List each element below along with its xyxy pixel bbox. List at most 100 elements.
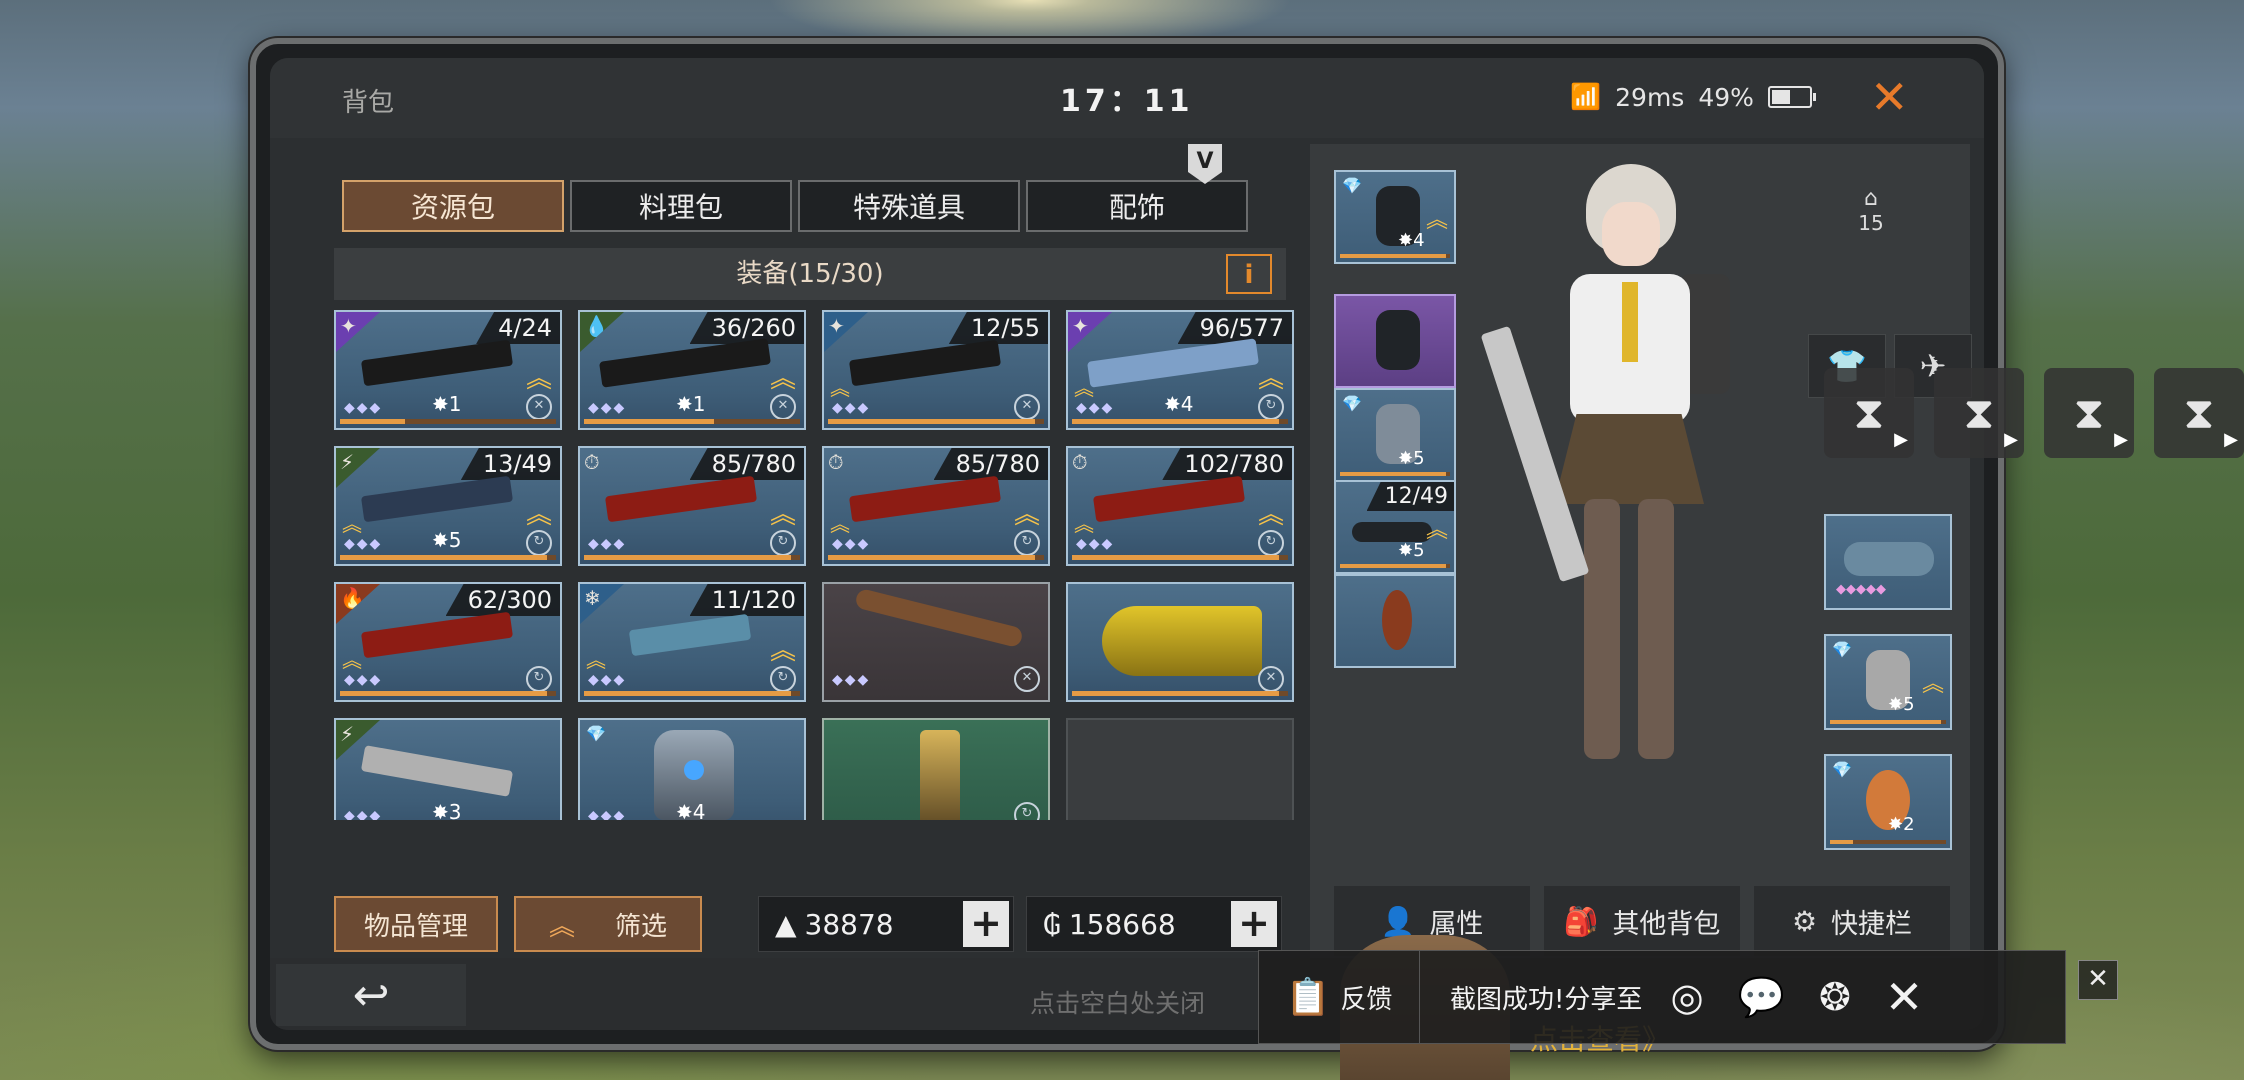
grid-item[interactable]: ✦ 4/24 ︽ ◆◆◆ ✸1 ✕ (334, 310, 562, 430)
recycle-icon: ✕ (1258, 666, 1284, 692)
totem-image (920, 730, 960, 820)
wing-icon: ✦ (340, 314, 357, 338)
moments-icon[interactable]: ❂ (1819, 975, 1851, 1020)
tab-food-pack[interactable]: 料理包 (570, 180, 792, 232)
grid-item[interactable]: ⚡ ◆◆◆ ✸3 (334, 718, 562, 820)
upgrade-chevron-icon: ︽ (1074, 512, 1094, 536)
gem-slots: ◆◆◆ (832, 400, 871, 416)
star-level: ✸5 (1398, 540, 1425, 561)
durability-bar (1072, 691, 1288, 696)
tab-accessories[interactable]: 配饰 (1026, 180, 1248, 232)
helmet-slot[interactable]: 💎 ︽ ✸4 (1334, 170, 1456, 264)
star-level-number: 3 (448, 800, 462, 820)
upgrade-chevron-icon: ︽ (1921, 672, 1944, 697)
weapon-image (360, 475, 514, 523)
close-icon[interactable]: ✕ (1870, 70, 1909, 124)
hourglass-button[interactable]: ⧗ ▶ (2154, 368, 2244, 458)
hourglass-button[interactable]: ⧗ ▶ (2044, 368, 2134, 458)
silver-currency: ▲ 38878 + (758, 896, 1014, 952)
play-icon: ▶ (2114, 429, 2128, 450)
durability-bar (1072, 555, 1288, 560)
tab-special-items[interactable]: 特殊道具 (798, 180, 1020, 232)
other-bag-button[interactable]: 🎒 其他背包 (1544, 886, 1740, 956)
screenshot-toast: 📋 反馈 截图成功!分享至 ◎ 💬 ❂ ✕ (1258, 950, 2066, 1044)
item-count: 96/577 (1177, 312, 1292, 344)
equipment-header: 装备(15/30) i (334, 248, 1286, 300)
upgrade-chevron-icon: ︽ (1425, 208, 1448, 233)
grid-item[interactable]: ⏱ 85/780 ︽ ◆◆◆ ↻ (578, 446, 806, 566)
player-character (1480, 164, 1750, 804)
armor-slot[interactable]: 💎 ✸5 (1334, 388, 1456, 482)
vip-badge-icon[interactable]: V (1188, 144, 1222, 184)
wechat-icon[interactable]: 💬 (1738, 975, 1785, 1020)
wing-icon: ✦ (1072, 314, 1089, 338)
cannon-slot[interactable]: 💎 ✸2 (1824, 754, 1952, 850)
inventory-panel: 资源包 料理包 特殊道具 配饰 V 装备(15/30) i ✦ 4/24 ︽ ◆… (298, 144, 1298, 952)
recycle-icon: ↻ (770, 666, 796, 692)
star-level-number: 2 (1903, 814, 1915, 835)
star-level: ✸2 (1888, 814, 1915, 835)
snowflake-icon: ❄ (584, 586, 601, 610)
phone-frame: 背包 17：11 📶 29ms 49% ✕ 资源包 料理包 特殊道具 配饰 V … (250, 38, 2004, 1050)
amulet-slot[interactable] (1334, 574, 1456, 668)
gold-amount: 158668 (1068, 907, 1176, 941)
grid-item[interactable]: ↻ (822, 718, 1050, 820)
add-silver-button[interactable]: + (963, 901, 1009, 947)
grid-item[interactable]: 🔥 62/300 ︽ ◆◆◆ ↻ (334, 582, 562, 702)
upgrade-chevron-icon: ︽ (1425, 518, 1448, 543)
item-count: 11/120 (689, 584, 804, 616)
weapon-image (1092, 475, 1246, 523)
durability-bar (1072, 419, 1288, 424)
gem-slots: ◆◆◆ (588, 672, 627, 688)
item-count: 62/300 (445, 584, 560, 616)
diamond-icon: 💎 (586, 724, 606, 743)
add-gold-button[interactable]: + (1231, 901, 1277, 947)
grid-item[interactable]: ❄ 11/120 ︽ ︽ ◆◆◆ ↻ (578, 582, 806, 702)
back-button[interactable]: ↩ (276, 964, 466, 1026)
hourglass-icon: ⧗ (1963, 387, 1995, 439)
durability-bar (828, 555, 1044, 560)
grid-item[interactable]: ✦ 96/577 ︽ ︽ ◆◆◆ ✸4 ↻ (1066, 310, 1294, 430)
filter-chevron-icon: ︽ (548, 911, 575, 942)
recycle-icon: ↻ (1258, 394, 1284, 420)
info-button[interactable]: i (1226, 254, 1272, 294)
durability-bar (340, 419, 556, 424)
back-arrow-icon: ↩ (352, 969, 390, 1021)
star-level-number: 1 (448, 392, 462, 416)
feedback-button[interactable]: 📋 反馈 (1259, 951, 1420, 1043)
hourglass-button[interactable]: ⧗ ▶ (1934, 368, 2024, 458)
grid-item[interactable]: ✦ 12/55 ︽ ◆◆◆ ✕ (822, 310, 1050, 430)
grid-item[interactable]: 💧 36/260 ︽ ◆◆◆ ✸1 ✕ (578, 310, 806, 430)
house-level-button[interactable]: ⌂ 15 (1832, 178, 1910, 242)
filter-button[interactable]: ︽ 筛选 (514, 896, 702, 952)
durability-bar (1340, 254, 1450, 258)
durability-bar (340, 555, 556, 560)
close-icon[interactable]: ✕ (2078, 960, 2118, 1000)
upgrade-chevron-icon: ︽ (342, 512, 362, 536)
grid-item[interactable]: 💎 ◆◆◆ ✸4 (578, 718, 806, 820)
item-slot[interactable]: 💎 ︽ ✸5 (1824, 634, 1952, 730)
hourglass-button[interactable]: ⧗ ▶ (1824, 368, 1914, 458)
lightning-icon: ⚡ (340, 450, 355, 474)
ring-slot[interactable]: ◆◆◆◆◆ (1824, 514, 1952, 610)
star-level: ✸4 (1164, 392, 1194, 416)
timer-corner: ⏱ (824, 448, 868, 488)
close-hint: 点击空白处关闭 (1030, 989, 1206, 1018)
toast-close-icon[interactable]: ✕ (1885, 970, 1924, 1024)
grid-item[interactable]: ✕ (1066, 582, 1294, 702)
weapon-slot[interactable]: 12/49 ︽ ✸5 (1334, 480, 1456, 574)
shortcut-button[interactable]: ⚙ 快捷栏 (1754, 886, 1950, 956)
grid-item[interactable]: ⏱ 85/780 ︽ ︽ ◆◆◆ ↻ (822, 446, 1050, 566)
weapon-image (360, 339, 514, 387)
item-count: 102/780 (1162, 448, 1292, 480)
weibo-icon[interactable]: ◎ (1670, 975, 1703, 1020)
manage-items-button[interactable]: 物品管理 (334, 896, 498, 952)
empty-slot[interactable] (1066, 718, 1294, 820)
bag-icon: 🎒 (1563, 904, 1599, 938)
rarity-corner: ✦ (336, 312, 380, 352)
grid-item[interactable]: ◆◆◆ ✕ (822, 582, 1050, 702)
grid-item[interactable]: ⏱ 102/780 ︽ ︽ ◆◆◆ ↻ (1066, 446, 1294, 566)
tab-resource-pack[interactable]: 资源包 (342, 180, 564, 232)
backpack-slot[interactable] (1334, 294, 1456, 388)
grid-item[interactable]: ⚡ 13/49 ︽ ︽ ◆◆◆ ✸5 ↻ (334, 446, 562, 566)
